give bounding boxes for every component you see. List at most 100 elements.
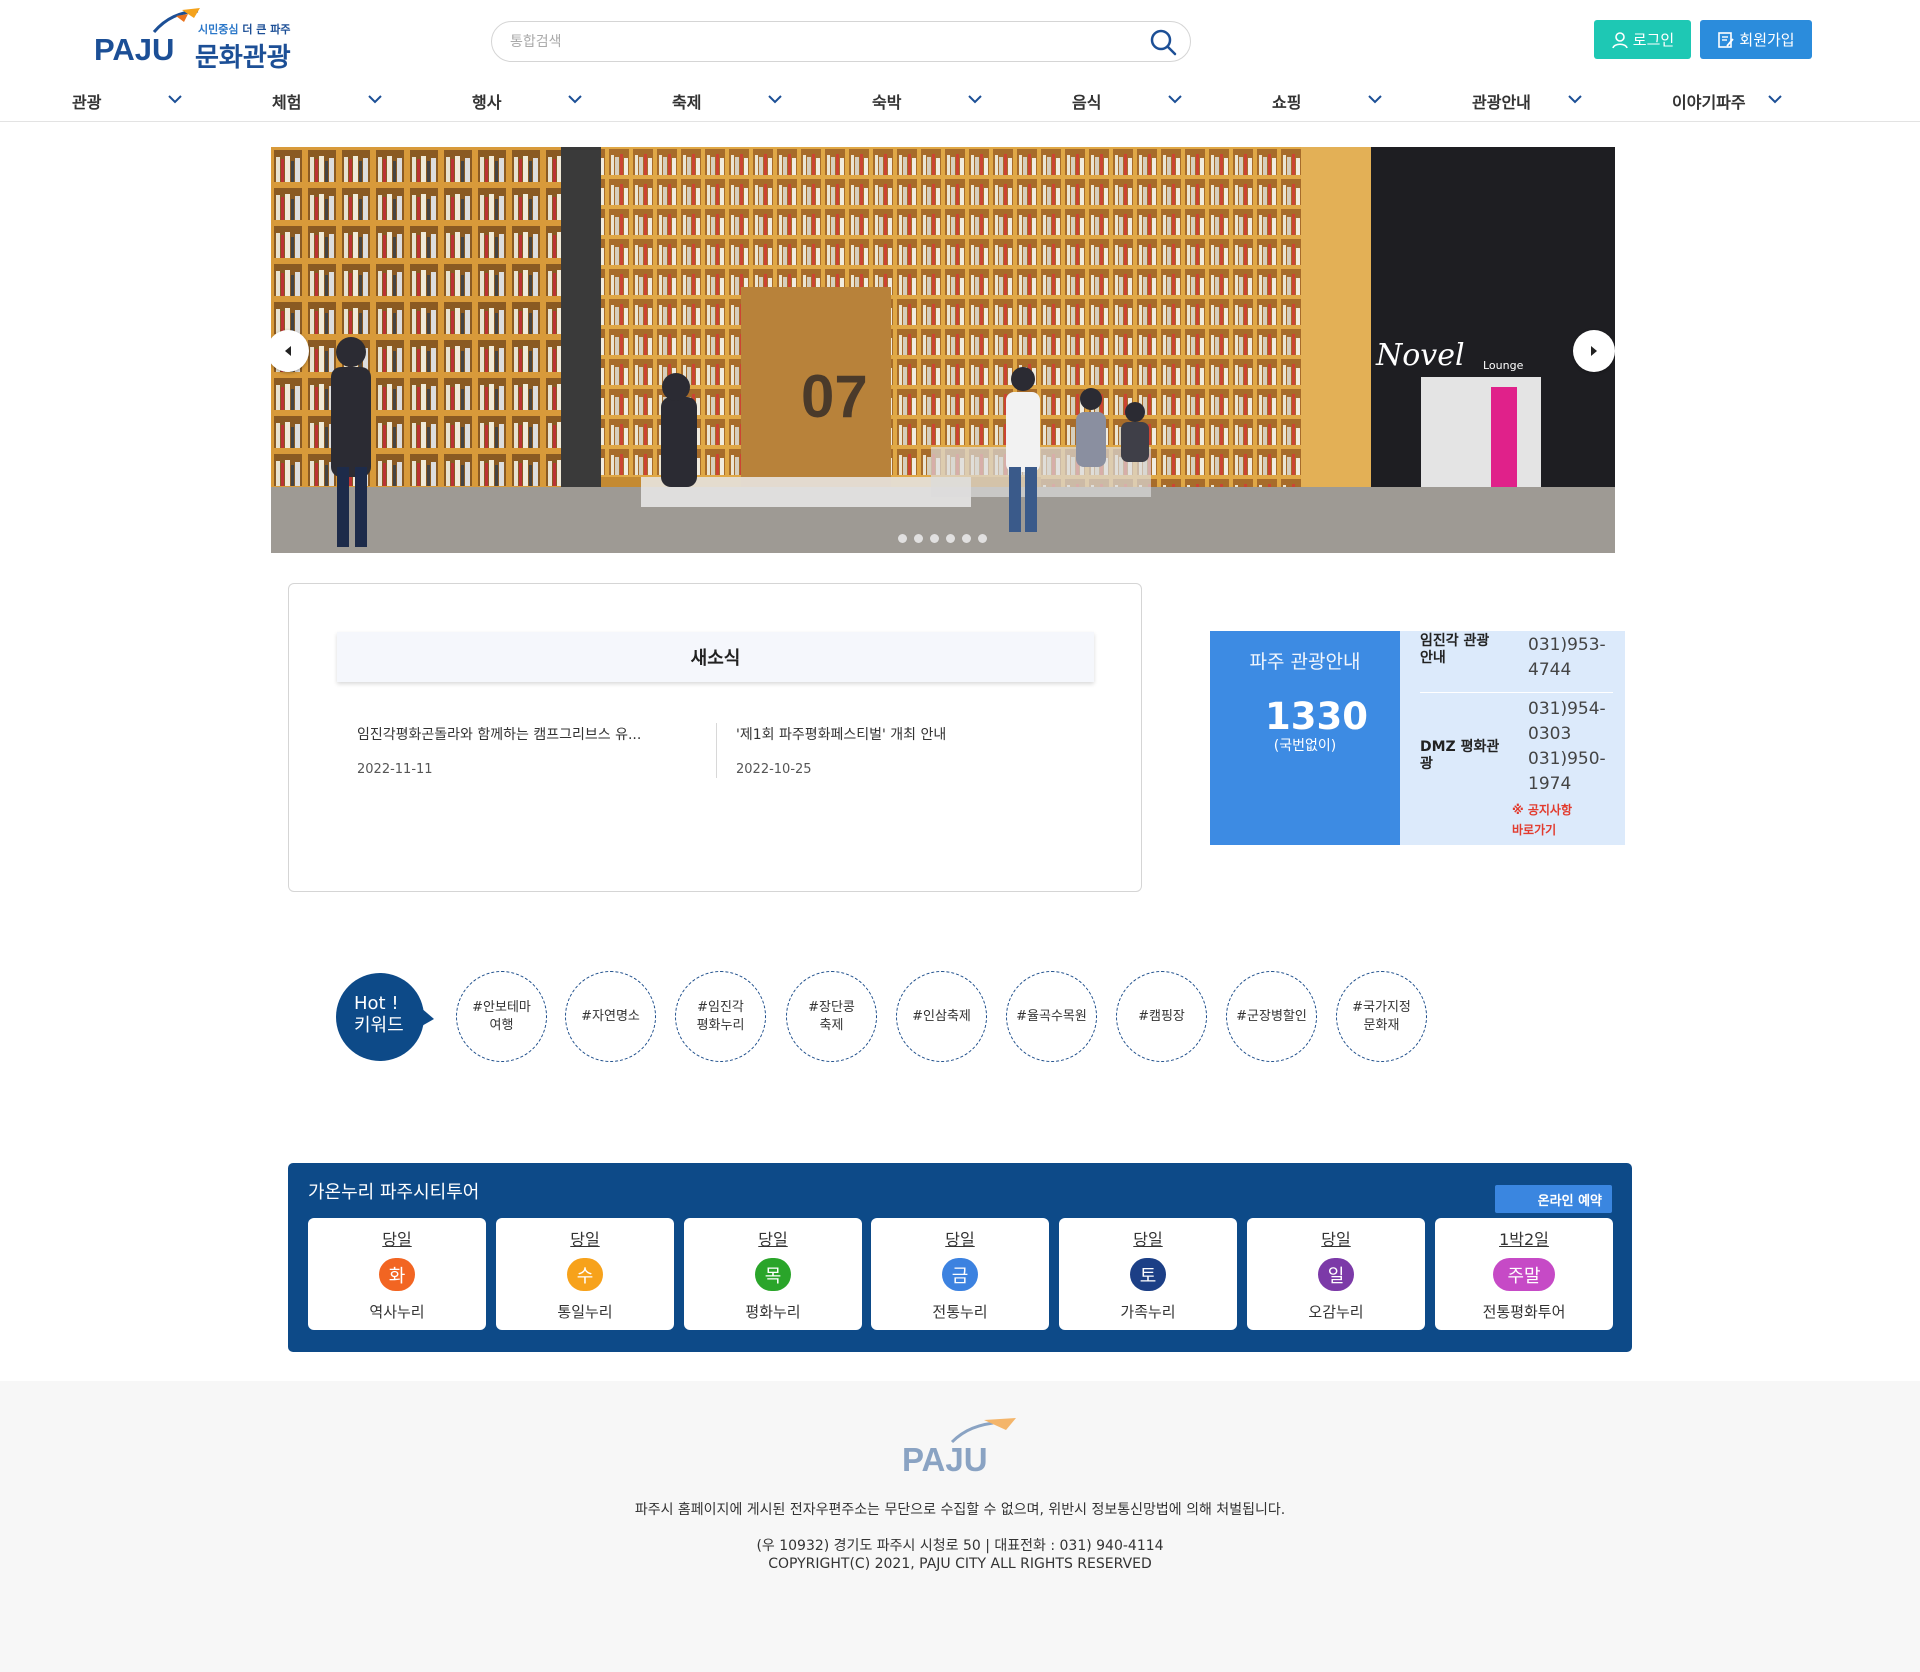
chevron-down-icon — [368, 95, 382, 104]
tour-card[interactable]: 당일 토 가족누리 — [1059, 1218, 1237, 1330]
footer-notice: 파주시 홈페이지에 게시된 전자우편주소는 무단으로 수집할 수 없으며, 위반… — [634, 1502, 1286, 1518]
keyword-tag[interactable]: #안보테마 여행 — [456, 971, 547, 1062]
footer-copyright: COPYRIGHT(C) 2021, PAJU CITY ALL RIGHTS … — [768, 1556, 1152, 1572]
nav-item-food[interactable]: 음식 — [1072, 88, 1182, 114]
chevron-down-icon — [1368, 95, 1382, 104]
slider-dot[interactable] — [946, 534, 955, 543]
news-title[interactable]: 임진각평화곤돌라와 함께하는 캠프그리브스 유... — [357, 724, 687, 744]
nav-item-experience[interactable]: 체험 — [272, 88, 382, 114]
join-button[interactable]: 회원가입 — [1700, 20, 1812, 59]
login-button[interactable]: 로그인 — [1594, 20, 1691, 59]
news-divider — [716, 723, 717, 778]
nav-label: 축제 — [672, 93, 702, 112]
nav-item-events[interactable]: 행사 — [472, 88, 582, 114]
login-label: 로그인 — [1632, 31, 1675, 49]
tour-duration: 당일 — [1321, 1230, 1351, 1249]
slider-dot[interactable] — [930, 534, 939, 543]
hotline-note: (국번없이) — [1273, 738, 1337, 754]
hotline-number: 1330 — [1265, 695, 1368, 738]
nav-item-lodging[interactable]: 숙박 — [872, 88, 982, 114]
tour-duration: 당일 — [758, 1230, 788, 1249]
info-phone-line: 4744 — [1528, 660, 1572, 680]
info-phone-line: 1974 — [1528, 774, 1572, 794]
keyword-tag[interactable]: #국가지정문화재 — [1336, 971, 1427, 1062]
city-tour-panel: 가온누리 파주시티투어 온라인 예약 당일 화 역사누리 당일 수 통일누리 당… — [288, 1163, 1632, 1352]
keyword-tag[interactable]: #임진각 평화누리 — [675, 971, 766, 1062]
footer-logo: PAJU — [902, 1418, 1022, 1478]
nav-label: 관광 — [72, 93, 102, 112]
info-label-line: 안내 — [1420, 650, 1446, 666]
nav-label: 쇼핑 — [1272, 93, 1302, 112]
tour-name: 오감누리 — [1308, 1303, 1364, 1321]
tour-name: 가족누리 — [1120, 1303, 1176, 1321]
nav-item-tourism[interactable]: 관광 — [72, 88, 182, 114]
tour-card[interactable]: 당일 일 오감누리 — [1247, 1218, 1425, 1330]
tour-day-badge: 수 — [567, 1258, 603, 1291]
tour-card[interactable]: 당일 수 통일누리 — [496, 1218, 674, 1330]
notice-link-line: 바로가기 — [1512, 823, 1557, 837]
news-item[interactable]: '제1회 파주평화페스티벌' 개최 안내 2022-10-25 — [736, 724, 1066, 777]
nav-label: 음식 — [1072, 93, 1102, 112]
site-header: PAJU 시민중심 더 큰 파주 문화관광 로그인 회원가입 관광 — [0, 0, 1920, 122]
tour-card[interactable]: 당일 금 전통누리 — [871, 1218, 1049, 1330]
news-date: 2022-11-11 — [357, 762, 433, 777]
info-label-imjingak: 임진각 관광 안내 — [1420, 633, 1489, 667]
tour-day-badge: 목 — [755, 1258, 791, 1291]
nav-item-story[interactable]: 이야기파주 — [1672, 88, 1782, 114]
search-icon[interactable] — [1148, 27, 1178, 57]
tour-card[interactable]: 당일 목 평화누리 — [684, 1218, 862, 1330]
news-heading[interactable]: 새소식 — [337, 632, 1094, 682]
news-date: 2022-10-25 — [736, 762, 812, 777]
keyword-text: 여행 — [489, 1017, 514, 1033]
slider-dot[interactable] — [914, 534, 923, 543]
chevron-right-icon — [1591, 346, 1597, 356]
logo-tagline: 시민중심 더 큰 파주 — [198, 21, 290, 37]
notice-link[interactable]: ※ 공지사항 바로가기 — [1512, 800, 1572, 840]
keyword-tag[interactable]: #자연명소 — [565, 971, 656, 1062]
keyword-tag[interactable]: #캠핑장 — [1116, 971, 1207, 1062]
slider-dot[interactable] — [898, 534, 907, 543]
logo-paju: PAJU — [94, 32, 175, 67]
slider-dot[interactable] — [962, 534, 971, 543]
info-phone-dmz: 031)954- 0303 031)950- 1974 — [1528, 697, 1606, 797]
keyword-text: 문화재 — [1363, 1017, 1400, 1033]
chevron-down-icon — [768, 95, 782, 104]
slider-next-button[interactable] — [1573, 330, 1615, 372]
logo-tag-b: 더 큰 파주 — [242, 23, 291, 36]
keyword-text: #캠핑장 — [1138, 1008, 1185, 1024]
tour-info-box: 파주 관광안내 1330 (국번없이) 임진각 관광 안내 031)953- 4… — [1210, 631, 1625, 845]
keyword-tag[interactable]: #인삼축제 — [896, 971, 987, 1062]
tour-card[interactable]: 당일 화 역사누리 — [308, 1218, 486, 1330]
chevron-down-icon — [968, 95, 982, 104]
svg-text:Novel: Novel — [1375, 338, 1465, 373]
svg-text:07: 07 — [801, 363, 868, 430]
site-logo[interactable]: PAJU 시민중심 더 큰 파주 문화관광 — [94, 8, 304, 73]
nav-item-tour-info[interactable]: 관광안내 — [1472, 88, 1582, 114]
nav-item-shopping[interactable]: 쇼핑 — [1272, 88, 1382, 114]
news-item[interactable]: 임진각평화곤돌라와 함께하는 캠프그리브스 유... 2022-11-11 — [357, 724, 687, 777]
keyword-text: #임진각 — [697, 999, 744, 1015]
info-label-dmz: DMZ 평화관 광 — [1420, 739, 1499, 773]
nav-label: 체험 — [272, 93, 302, 112]
footer-address: (우 10932) 경기도 파주시 시청로 50 | 대표전화 : 031) 9… — [756, 1538, 1164, 1554]
online-reserve-button[interactable]: 온라인 예약 — [1495, 1185, 1612, 1213]
tour-name: 전통평화투어 — [1482, 1303, 1566, 1321]
news-panel: 새소식 임진각평화곤돌라와 함께하는 캠프그리브스 유... 2022-11-1… — [288, 583, 1142, 892]
search-input[interactable] — [510, 31, 1110, 53]
tour-duration: 당일 — [1133, 1230, 1163, 1249]
tour-card[interactable]: 1박2일 주말 전통평화투어 — [1435, 1218, 1613, 1330]
news-title[interactable]: '제1회 파주평화페스티벌' 개최 안내 — [736, 724, 1066, 744]
main-nav: 관광 체험 행사 축제 숙박 음식 쇼핑 관광안내 이야기파주 — [0, 82, 1920, 120]
tour-day-badge: 화 — [379, 1258, 415, 1291]
keyword-text: #국가지정 — [1352, 999, 1411, 1015]
keyword-tag[interactable]: #장단콩 축제 — [786, 971, 877, 1062]
edit-form-icon — [1718, 31, 1735, 48]
keyword-tag[interactable]: #군장병할인 — [1226, 971, 1317, 1062]
chevron-down-icon — [1768, 95, 1782, 104]
slider-dot[interactable] — [978, 534, 987, 543]
svg-text:Lounge: Lounge — [1483, 359, 1524, 372]
keyword-tag[interactable]: #율곡수목원 — [1006, 971, 1097, 1062]
nav-label: 행사 — [472, 93, 502, 112]
notice-link-line: ※ 공지사항 — [1512, 803, 1573, 817]
nav-item-festival[interactable]: 축제 — [672, 88, 782, 114]
